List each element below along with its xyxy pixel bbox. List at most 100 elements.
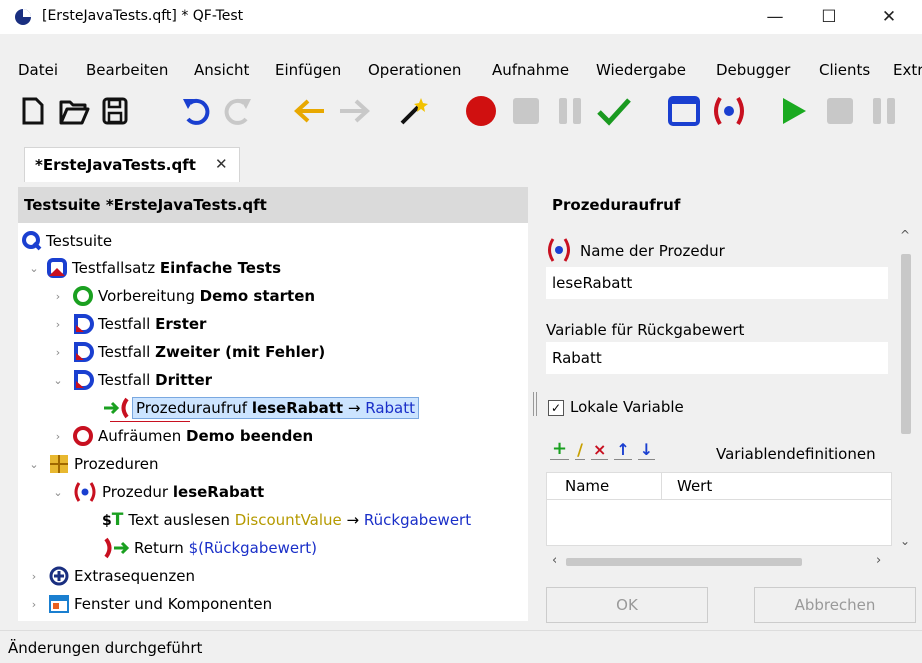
vardefs-table[interactable]: Name Wert — [546, 472, 892, 546]
vertical-scrollbar[interactable]: ^ ⌄ — [896, 228, 916, 554]
stop-replay-button[interactable] — [822, 92, 858, 130]
procedure-icon — [74, 482, 96, 502]
tree-item-testsuite[interactable]: Testsuite — [22, 228, 112, 254]
tree-item-prozeduren[interactable]: ⌄ Prozeduren — [26, 451, 159, 477]
forward-button[interactable] — [334, 92, 374, 130]
tree-item-prozedur[interactable]: ⌄ Prozedur leseRabatt — [50, 479, 264, 505]
chevron-down-icon[interactable]: ⌄ — [50, 486, 66, 499]
back-button[interactable] — [290, 92, 330, 130]
menu-ansicht[interactable]: Ansicht — [194, 61, 249, 79]
local-variable-label: Lokale Variable — [570, 398, 684, 416]
return-variable-field[interactable]: Rabatt — [546, 342, 888, 374]
menu-extras[interactable]: Extr — [893, 61, 922, 79]
selection-underline — [110, 421, 190, 422]
procedure-icon — [714, 96, 744, 126]
tree-item-vorbereitung[interactable]: › Vorbereitung Demo starten — [50, 283, 315, 309]
chevron-right-icon[interactable]: › — [50, 290, 66, 303]
tab-erstejavatests[interactable]: *ErsteJavaTests.qft ✕ — [24, 147, 240, 182]
col-name-header[interactable]: Name — [565, 477, 609, 495]
folder-open-icon — [59, 100, 90, 125]
delete-row-icon[interactable]: × — [590, 440, 609, 460]
wizard-button[interactable] — [396, 92, 432, 130]
chevron-down-icon[interactable]: ⌄ — [26, 262, 42, 275]
scroll-down-icon[interactable]: ⌄ — [900, 534, 910, 548]
chevron-right-icon[interactable]: › — [26, 570, 42, 583]
pause-icon — [559, 98, 581, 124]
new-file-button[interactable] — [16, 92, 50, 130]
menu-debugger[interactable]: Debugger — [716, 61, 790, 79]
tab-close-icon[interactable]: ✕ — [215, 155, 228, 173]
stop-record-button[interactable] — [508, 92, 544, 130]
save-button[interactable] — [98, 92, 132, 130]
menu-wiedergabe[interactable]: Wiedergabe — [596, 61, 686, 79]
menu-bearbeiten[interactable]: Bearbeiten — [86, 61, 168, 79]
local-variable-checkbox[interactable]: ✓ — [548, 400, 564, 416]
tree-item-return[interactable]: Return $(Rückgabewert) — [102, 535, 317, 561]
status-text: Änderungen durchgeführt — [8, 639, 203, 657]
tree-item-testfallsatz[interactable]: ⌄ Testfallsatz Einfache Tests — [26, 255, 281, 281]
pause-icon — [873, 98, 895, 124]
record-button[interactable] — [462, 92, 500, 130]
redo-button[interactable] — [220, 92, 256, 130]
pause-replay-button[interactable] — [866, 92, 902, 130]
scroll-thumb-v[interactable] — [901, 254, 911, 434]
magic-wand-icon — [400, 98, 428, 125]
status-bar: Änderungen durchgeführt — [0, 630, 922, 663]
minimize-button[interactable]: — — [752, 0, 798, 34]
open-file-button[interactable] — [56, 92, 92, 130]
chevron-down-icon[interactable]: ⌄ — [50, 374, 66, 387]
scroll-right-icon[interactable]: › — [876, 553, 881, 568]
replay-button[interactable] — [776, 92, 812, 130]
tree-item-fenster[interactable]: › Fenster und Komponenten — [26, 591, 272, 617]
pause-record-button[interactable] — [552, 92, 588, 130]
play-icon — [783, 98, 806, 124]
menu-datei[interactable]: Datei — [18, 61, 58, 79]
tab-label: *ErsteJavaTests.qft — [35, 156, 196, 174]
var-label: Variable für Rückgabewert — [546, 321, 745, 339]
move-up-icon[interactable]: ↑ — [614, 440, 632, 460]
cleanup-icon — [73, 426, 93, 446]
procedure-record-button[interactable] — [708, 92, 750, 130]
chevron-down-icon[interactable]: ⌄ — [26, 458, 42, 471]
scroll-left-icon[interactable]: ‹ — [552, 553, 557, 568]
procedure-name-field[interactable]: leseRabatt — [546, 267, 888, 299]
tree-item-testfall-dritter[interactable]: ⌄ Testfall Dritter — [50, 367, 212, 393]
menu-clients[interactable]: Clients — [819, 61, 870, 79]
component-button[interactable] — [664, 92, 704, 130]
tree-item-extrasequenzen[interactable]: › Extrasequenzen — [26, 563, 195, 589]
add-row-icon[interactable]: + — [550, 438, 570, 460]
tree-item-testfall-erster[interactable]: › Testfall Erster — [50, 311, 206, 337]
arrow-right-icon — [340, 99, 370, 123]
tree-item-prozeduraufruf[interactable]: Prozeduraufruf leseRabatt → Rabatt — [102, 395, 420, 421]
chevron-right-icon[interactable]: › — [26, 598, 42, 611]
ok-button[interactable]: OK — [546, 587, 708, 623]
chevron-right-icon[interactable]: › — [50, 346, 66, 359]
maximize-button[interactable]: ☐ — [806, 0, 852, 34]
cancel-button[interactable]: Abbrechen — [754, 587, 916, 623]
procedure-call-icon — [104, 397, 129, 419]
col-value-header[interactable]: Wert — [677, 477, 712, 495]
tree-item-aufraeumen[interactable]: › Aufräumen Demo beenden — [50, 423, 313, 449]
chevron-right-icon[interactable]: › — [50, 430, 66, 443]
chevron-right-icon[interactable]: › — [50, 318, 66, 331]
tree-item-testfall-zweiter[interactable]: › Testfall Zweiter (mit Fehler) — [50, 339, 325, 365]
col-divider — [661, 473, 662, 499]
close-window-button[interactable]: ✕ — [866, 0, 912, 34]
menu-operationen[interactable]: Operationen — [368, 61, 461, 79]
save-icon — [102, 97, 128, 125]
move-down-icon[interactable]: ↓ — [637, 440, 656, 460]
splitter-handle[interactable] — [533, 392, 537, 416]
edit-row-icon[interactable]: / — [575, 440, 585, 460]
horizontal-scrollbar[interactable]: ‹ › — [546, 552, 890, 572]
tree-item-text-auslesen[interactable]: $T Text auslesen DiscountValue → Rückgab… — [102, 507, 471, 533]
menu-einfuegen[interactable]: Einfügen — [275, 61, 341, 79]
undo-button[interactable] — [178, 92, 214, 130]
check-button[interactable] — [594, 92, 634, 130]
testcase-icon — [74, 314, 94, 334]
scroll-up-icon[interactable]: ^ — [900, 228, 910, 242]
tree-header-label: Testsuite *ErsteJavaTests.qft — [24, 196, 267, 214]
return-icon — [104, 537, 130, 559]
menu-aufnahme[interactable]: Aufnahme — [492, 61, 569, 79]
fetch-text-icon: $T — [102, 510, 124, 530]
scroll-thumb-h[interactable] — [566, 558, 802, 566]
